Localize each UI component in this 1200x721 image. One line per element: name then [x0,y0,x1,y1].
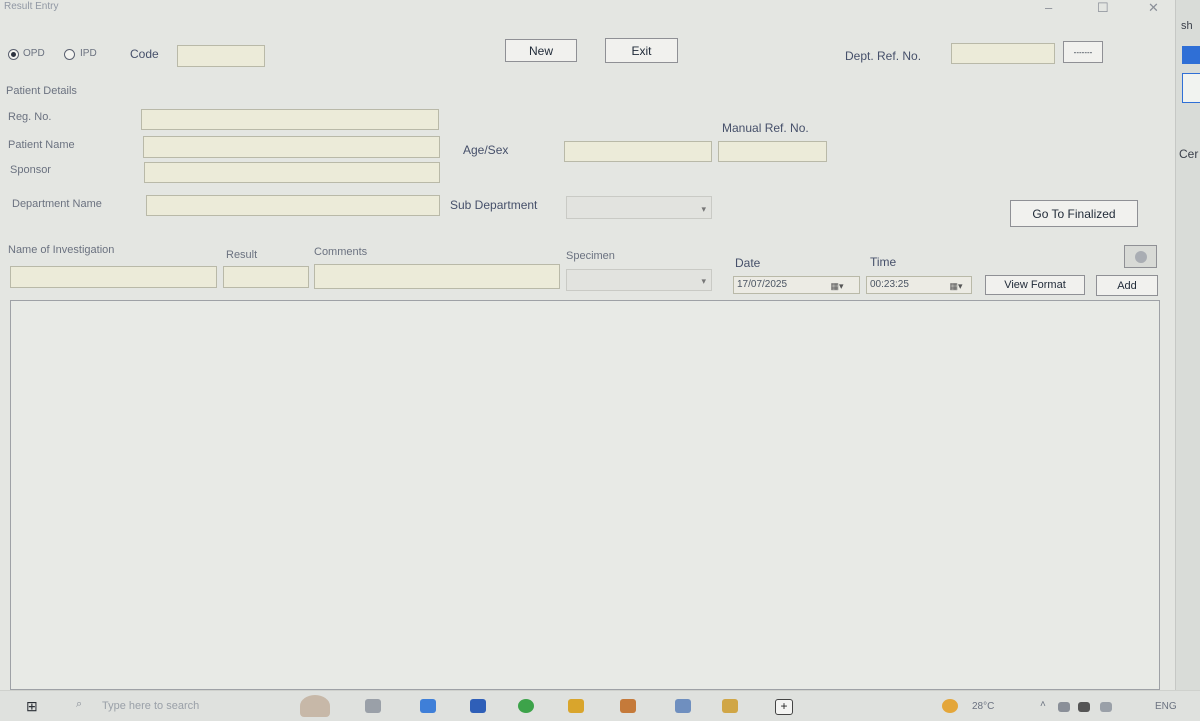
opd-label: OPD [23,48,45,59]
taskbar-avatar-icon[interactable] [300,695,330,717]
specimen-select[interactable]: ▾ [566,269,712,291]
calendar-dropdown-icon[interactable]: ▦▾ [828,279,846,293]
taskbar-search-placeholder: Type here to search [102,700,200,712]
windows-start-icon[interactable]: ⊞ [26,699,40,713]
sponsor-label: Sponsor [10,164,51,176]
manual-ref-input[interactable] [718,141,827,162]
time-dropdown-icon[interactable]: ▦▾ [947,279,965,293]
sponsor-input[interactable] [144,162,440,183]
result-label: Result [226,249,258,261]
task-view-icon[interactable] [365,699,381,713]
comments-label: Comments [314,246,368,258]
reg-no-label: Reg. No. [8,111,52,123]
age-sex-label: Age/Sex [463,143,509,157]
sub-department-label: Sub Department [450,198,538,212]
manual-ref-label: Manual Ref. No. [722,121,809,135]
background-window-accent [1182,46,1200,64]
volume-icon[interactable] [1100,702,1112,712]
patient-name-label: Patient Name [8,139,75,151]
close-button[interactable]: ✕ [1148,0,1159,16]
weather-icon [942,699,958,713]
sub-department-select[interactable]: ▾ [566,196,712,219]
image-icon[interactable] [1124,245,1157,268]
date-value: 17/07/2025 [737,279,788,290]
view-format-button[interactable]: View Format [985,275,1085,295]
reg-no-input[interactable] [141,109,439,130]
investigation-name-input[interactable] [10,266,217,288]
app-icon[interactable] [675,699,691,713]
background-window-text: sh [1181,20,1193,32]
time-picker[interactable]: 00:23:25 ▦▾ [866,276,972,294]
department-name-input[interactable] [146,195,440,216]
background-window-box [1182,73,1200,103]
code-label: Code [130,47,159,61]
app-icon[interactable] [620,699,636,713]
dept-ref-lookup-button[interactable]: ------- [1063,41,1103,63]
patient-details-title: Patient Details [6,85,77,97]
investigation-name-label: Name of Investigation [8,244,115,256]
chrome-icon[interactable] [518,699,534,713]
time-label: Time [870,255,897,269]
date-label: Date [735,256,761,270]
ipd-radio[interactable] [64,49,75,60]
taskbar: ⊞ ⌕ Type here to search + 28°C ˄ ENG [0,690,1200,721]
search-icon: ⌕ [76,698,83,710]
plus-icon[interactable]: + [775,699,793,715]
taskbar-search[interactable]: ⌕ Type here to search [70,695,285,717]
go-to-finalized-button[interactable]: Go To Finalized [1010,200,1138,227]
app-icon[interactable] [722,699,738,713]
battery-icon[interactable] [1078,702,1090,712]
chevron-up-icon[interactable]: ˄ [1040,699,1046,710]
department-name-label: Department Name [12,198,102,210]
file-explorer-icon[interactable] [568,699,584,713]
specimen-label: Specimen [566,250,615,262]
patient-name-input[interactable] [143,136,440,158]
dept-ref-input[interactable] [951,43,1055,64]
chevron-down-icon: ▾ [701,276,706,286]
title-bar: Result Entry – ☐ ✕ [0,0,1175,22]
maximize-button[interactable]: ☐ [1097,0,1109,16]
results-grid[interactable] [10,300,1160,690]
temperature-text: 28°C [972,701,995,712]
comments-input[interactable] [314,264,560,289]
code-input[interactable] [177,45,265,67]
window-title: Result Entry [4,1,59,12]
background-window-strip: sh Cer [1175,0,1200,690]
date-picker[interactable]: 17/07/2025 ▦▾ [733,276,860,294]
background-window-label: Cer [1179,147,1199,161]
chevron-down-icon: ▾ [701,203,706,214]
language-indicator[interactable]: ENG [1155,701,1177,712]
network-icon[interactable] [1058,702,1070,712]
ipd-label: IPD [80,48,97,59]
add-button[interactable]: Add [1096,275,1158,296]
age-sex-input[interactable] [564,141,712,162]
time-value: 00:23:25 [870,279,909,290]
opd-radio[interactable] [8,49,19,60]
app-icon[interactable] [420,699,436,713]
result-input[interactable] [223,266,309,288]
minimize-button[interactable]: – [1045,0,1052,15]
app-icon[interactable] [470,699,486,713]
new-button[interactable]: New [505,39,577,62]
exit-button[interactable]: Exit [605,38,678,63]
dept-ref-label: Dept. Ref. No. [845,49,922,63]
